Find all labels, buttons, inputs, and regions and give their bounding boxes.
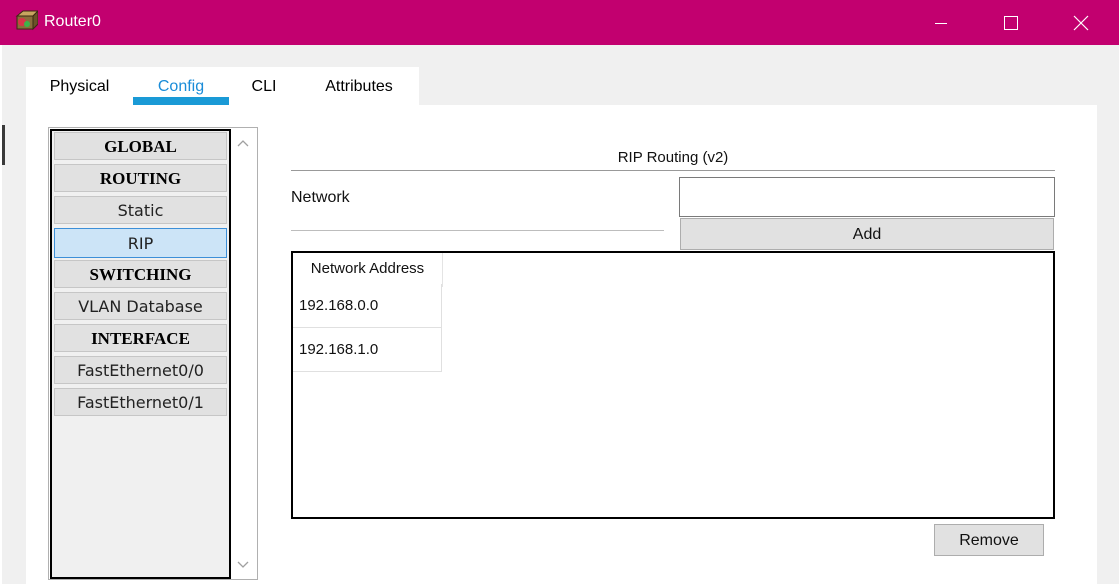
active-tab-indicator [133,97,229,105]
router-icon [15,10,38,31]
menu-header-interface[interactable]: INTERFACE [54,324,227,352]
menu-scrollbar[interactable] [231,129,255,579]
title-bar[interactable]: Router0 [0,0,1119,45]
table-row[interactable]: 192.168.1.0 [293,328,442,372]
minimize-button[interactable] [906,0,976,45]
maximize-icon [1004,15,1018,30]
config-menu-list: GLOBAL ROUTING Static RIP SWITCHING VLAN… [50,129,231,579]
tab-physical[interactable]: Physical [26,67,133,105]
network-separator [291,230,664,232]
menu-item-rip[interactable]: RIP [54,228,227,258]
scroll-down-icon[interactable] [237,561,249,569]
menu-item-static[interactable]: Static [54,196,227,224]
section-title: RIP Routing (v2) [617,149,729,166]
table-row[interactable]: 192.168.0.0 [293,284,442,328]
scroll-up-icon[interactable] [237,139,249,147]
tab-cli[interactable]: CLI [229,67,299,105]
network-label: Network [291,189,350,206]
window-body: Physical Config CLI Attributes GLOBAL RO… [2,45,1119,584]
section-divider [291,170,1055,171]
tab-bar: Physical Config CLI Attributes [26,67,419,105]
window-edge-marker [2,125,5,165]
column-header-network-address[interactable]: Network Address [293,253,443,287]
close-icon [1073,15,1089,30]
tab-attributes[interactable]: Attributes [299,67,419,105]
add-button[interactable]: Add [680,218,1054,250]
config-menu: GLOBAL ROUTING Static RIP SWITCHING VLAN… [48,127,258,580]
menu-header-routing[interactable]: ROUTING [54,164,227,192]
menu-item-vlan-database[interactable]: VLAN Database [54,292,227,320]
minimize-icon [935,22,947,24]
menu-item-fastethernet0-0[interactable]: FastEthernet0/0 [54,356,227,384]
config-panel: GLOBAL ROUTING Static RIP SWITCHING VLAN… [26,105,1097,584]
maximize-button[interactable] [976,0,1046,45]
window-title: Router0 [44,13,101,30]
network-table[interactable]: Network Address 192.168.0.0 192.168.1.0 [291,251,1055,519]
menu-header-global[interactable]: GLOBAL [54,132,227,160]
close-button[interactable] [1046,0,1116,45]
network-input[interactable] [679,177,1055,217]
menu-item-fastethernet0-1[interactable]: FastEthernet0/1 [54,388,227,416]
remove-button[interactable]: Remove [934,524,1044,556]
menu-header-switching[interactable]: SWITCHING [54,260,227,288]
